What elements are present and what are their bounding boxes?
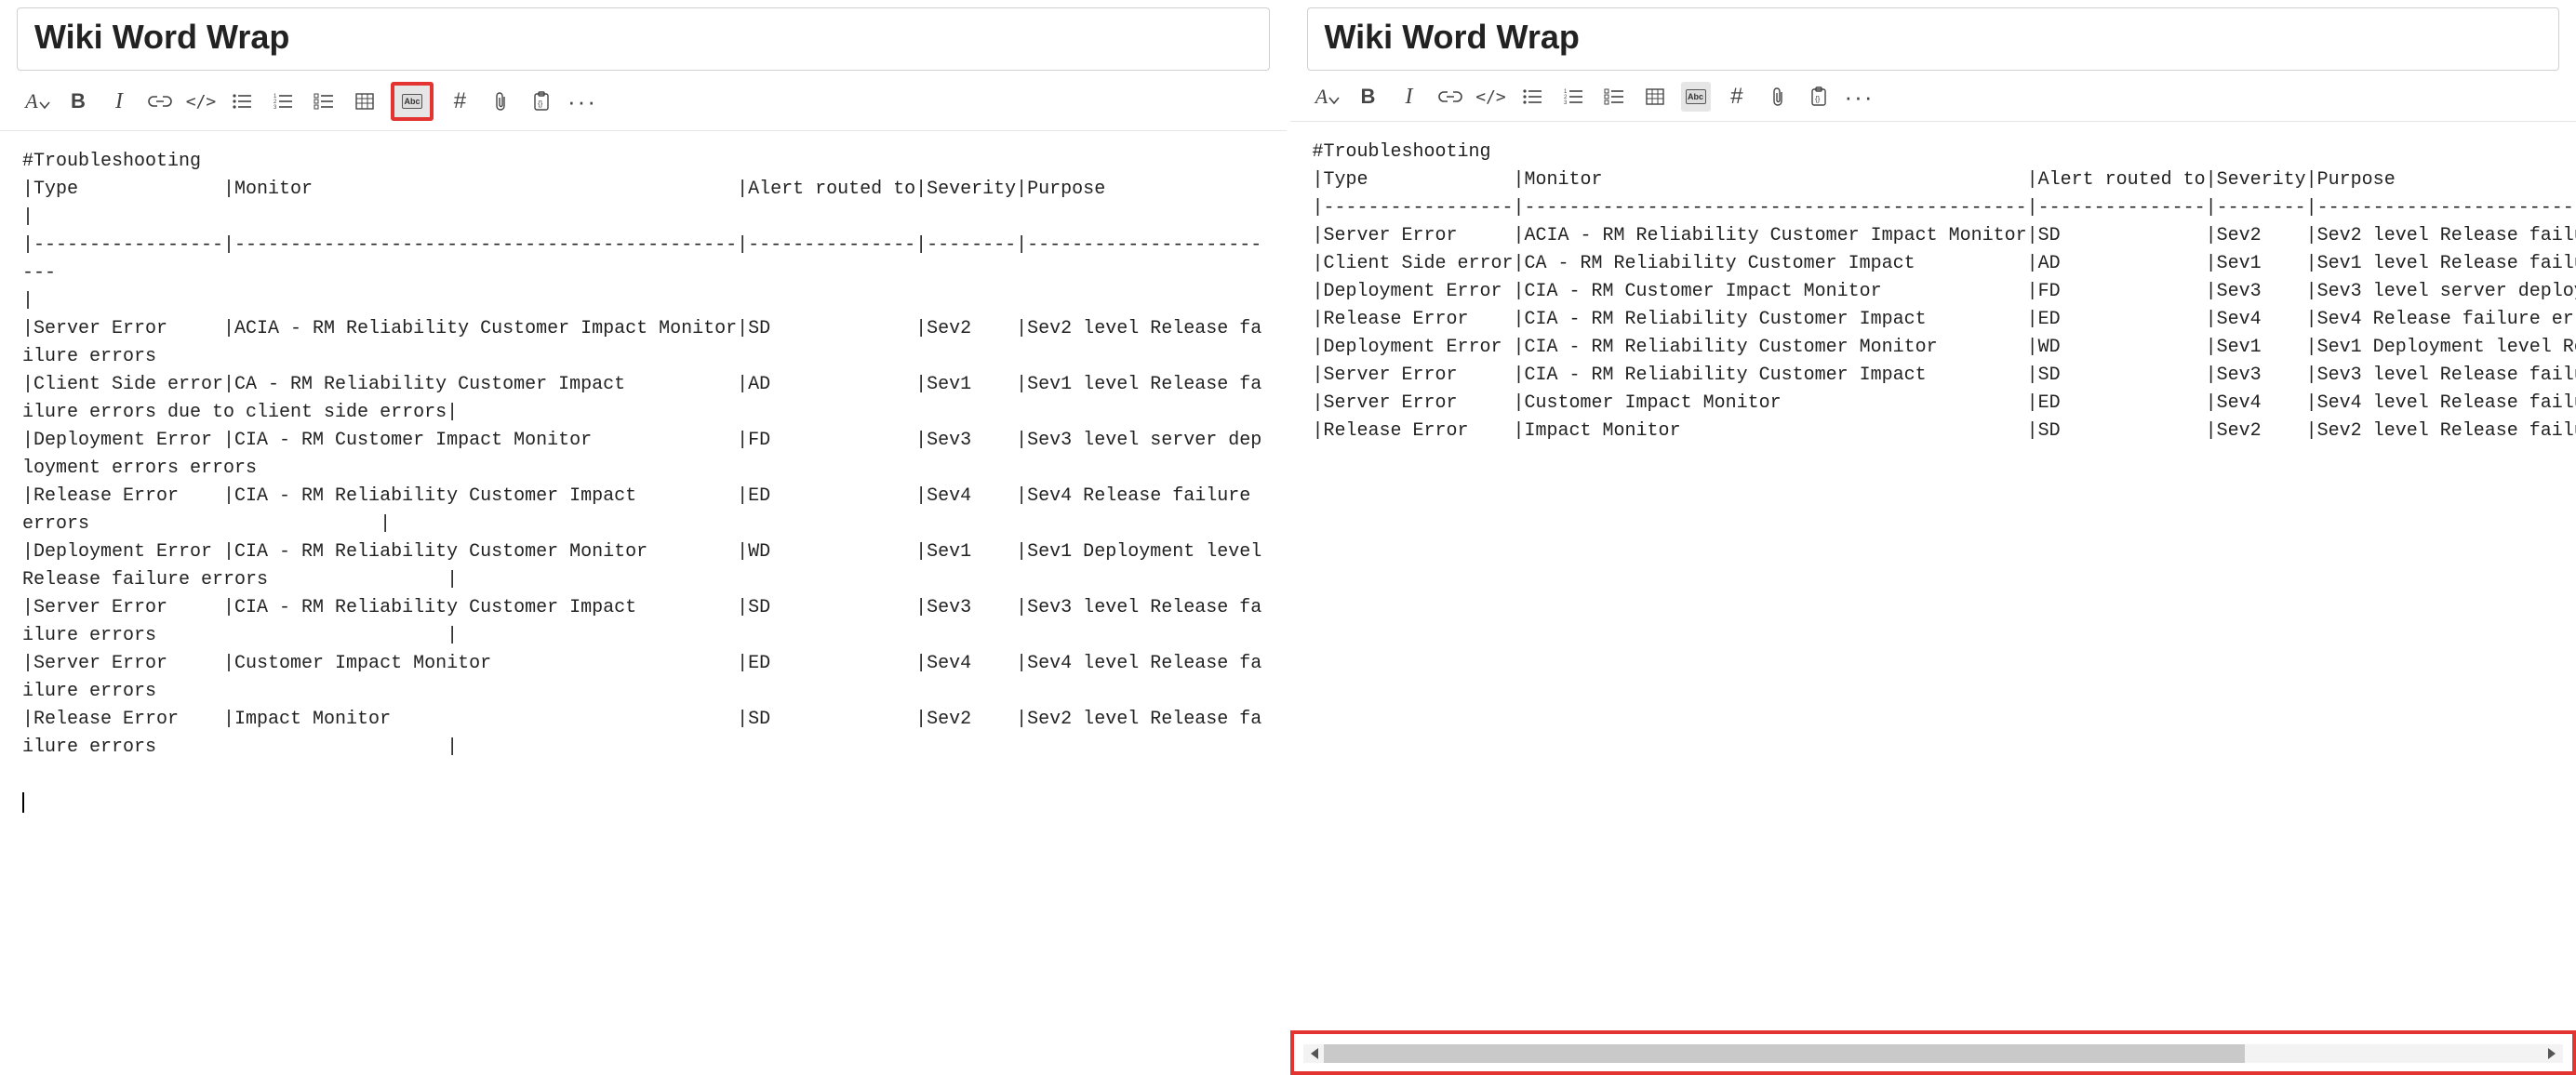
bold-button[interactable]: B	[1354, 82, 1383, 112]
word-wrap-button[interactable]: Abc	[391, 82, 434, 121]
toolbar: A B I </> 123 Abc # {} ···	[1290, 71, 2576, 122]
paste-button[interactable]: {}	[527, 86, 556, 116]
italic-button[interactable]: I	[104, 86, 134, 116]
paste-button[interactable]: {}	[1804, 82, 1834, 112]
mention-button[interactable]: #	[445, 86, 474, 116]
more-button[interactable]: ···	[1845, 82, 1875, 112]
attachment-button[interactable]	[486, 86, 515, 116]
word-wrap-button[interactable]: Abc	[1681, 82, 1711, 112]
checklist-button[interactable]	[1599, 82, 1629, 112]
editor-content-nowrap[interactable]: #Troubleshooting |Type |Monitor |Alert r…	[1290, 122, 2576, 1075]
italic-button[interactable]: I	[1395, 82, 1424, 112]
scroll-left-arrow-icon[interactable]	[1311, 1048, 1318, 1059]
title-input-wrap[interactable]: Wiki Word Wrap	[17, 7, 1270, 71]
svg-text:{}: {}	[1815, 95, 1821, 103]
checklist-button[interactable]	[309, 86, 339, 116]
svg-text:3: 3	[274, 105, 277, 111]
title-input-wrap[interactable]: Wiki Word Wrap	[1307, 7, 2560, 71]
numbered-list-button[interactable]: 123	[1558, 82, 1588, 112]
table-button[interactable]	[350, 86, 380, 116]
page-title: Wiki Word Wrap	[1325, 18, 2543, 57]
content-header: #Troubleshooting |Type |Monitor |Alert r…	[22, 151, 1261, 284]
svg-text:3: 3	[1564, 100, 1568, 106]
text-format-button[interactable]: A	[22, 86, 52, 116]
svg-text:{}: {}	[538, 100, 543, 108]
editor-pane-right: Wiki Word Wrap A B I </> 123 Abc #	[1290, 0, 2576, 1075]
table-button[interactable]	[1640, 82, 1670, 112]
bullet-list-button[interactable]	[1517, 82, 1547, 112]
horizontal-scrollbar-highlight	[1290, 1030, 2576, 1075]
code-button[interactable]: </>	[186, 86, 216, 116]
scroll-right-arrow-icon[interactable]	[2548, 1048, 2556, 1059]
text-cursor	[22, 792, 24, 813]
mention-button[interactable]: #	[1722, 82, 1752, 112]
link-button[interactable]	[1435, 82, 1465, 112]
text-format-button[interactable]: A	[1313, 82, 1342, 112]
code-button[interactable]: </>	[1476, 82, 1506, 112]
toolbar: A B I </> 123 Abc # {} ···	[0, 71, 1287, 131]
scrollbar-thumb[interactable]	[1324, 1044, 2245, 1063]
bold-button[interactable]: B	[63, 86, 93, 116]
content-body: | |Server Error |ACIA - RM Reliability C…	[22, 290, 1273, 758]
link-button[interactable]	[145, 86, 175, 116]
horizontal-scrollbar[interactable]	[1303, 1044, 2564, 1063]
attachment-button[interactable]	[1763, 82, 1793, 112]
editor-pane-left: Wiki Word Wrap A B I </> 123 Abc #	[0, 0, 1287, 1075]
page-title: Wiki Word Wrap	[34, 18, 1252, 57]
editor-content-wrapped[interactable]: #Troubleshooting |Type |Monitor |Alert r…	[0, 131, 1287, 1075]
bullet-list-button[interactable]	[227, 86, 257, 116]
numbered-list-button[interactable]: 123	[268, 86, 298, 116]
more-button[interactable]: ···	[567, 86, 597, 116]
